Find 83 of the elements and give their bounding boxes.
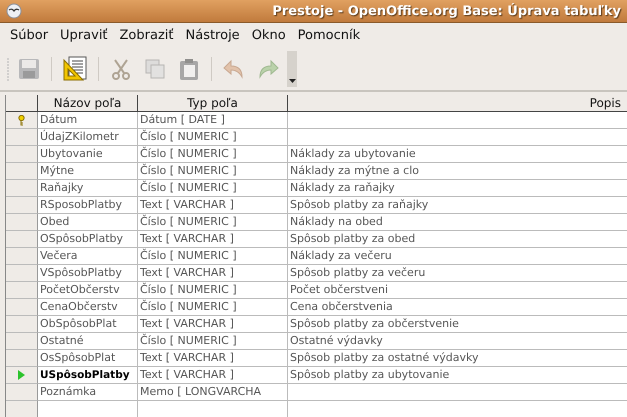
row-header[interactable]: [6, 265, 38, 282]
row-header[interactable]: [6, 163, 38, 180]
menu-item[interactable]: Súbor: [4, 25, 54, 46]
table-cell: Počet občerstveni: [288, 282, 627, 299]
row-header[interactable]: [6, 367, 38, 384]
table-cell: Text [ VARCHAR ]: [138, 231, 288, 248]
table-cell: Cena občerstvenia: [288, 299, 627, 316]
caret-icon: [288, 79, 296, 83]
row-header[interactable]: [6, 299, 38, 316]
table-cell: OsSpôsobPlat: [38, 350, 138, 367]
row-header[interactable]: [6, 214, 38, 231]
row-header[interactable]: [6, 231, 38, 248]
row-header[interactable]: [6, 112, 38, 129]
window-title: Prestoje - OpenOffice.org Base: Úprava tabuľky: [272, 4, 621, 18]
table-cell: ÚdajZKilometr: [38, 129, 138, 146]
table-cell: Dátum [ DATE ]: [138, 112, 288, 129]
table-cell: Text [ VARCHAR ]: [138, 316, 288, 333]
row-header[interactable]: [6, 333, 38, 350]
table-cell: CenaObčerstv: [38, 299, 138, 316]
menu-item[interactable]: Okno: [246, 25, 292, 46]
table-cell: Náklady za večeru: [288, 248, 627, 265]
row-header[interactable]: [6, 282, 38, 299]
table-cell: Spôsob platby za občerstvenie: [288, 316, 627, 333]
table-cell: USpôsobPlatby: [38, 367, 138, 384]
table-cell: Číslo [ NUMERIC ]: [138, 214, 288, 231]
column-header[interactable]: Typ poľa: [138, 95, 288, 112]
table-cell: Číslo [ NUMERIC ]: [138, 248, 288, 265]
gull-icon: [6, 3, 22, 19]
table-cell: VSpôsobPlatby: [38, 265, 138, 282]
table-cell: Text [ VARCHAR ]: [138, 367, 288, 384]
table-cell: Mýtne: [38, 163, 138, 180]
row-header[interactable]: [6, 350, 38, 367]
table-cell: Ubytovanie: [38, 146, 138, 163]
menu-item[interactable]: Nástroje: [180, 25, 246, 46]
table-cell: Ostatné výdavky: [288, 333, 627, 350]
menu-item[interactable]: Zobraziť: [114, 25, 180, 46]
table-cell: Poznámka: [38, 384, 138, 401]
table-cell: Obed: [38, 214, 138, 231]
table-cell: Číslo [ NUMERIC ]: [138, 299, 288, 316]
table-cell: Číslo [ NUMERIC ]: [138, 129, 288, 146]
table-cell: OSpôsobPlatby: [38, 231, 138, 248]
table-cell: Spôsob platby za ubytovanie: [288, 367, 627, 384]
table-cell: Číslo [ NUMERIC ]: [138, 282, 288, 299]
table-cell: Náklady na obed: [288, 214, 627, 231]
table-cell: Spôsob platby za raňajky: [288, 197, 627, 214]
row-header[interactable]: [6, 384, 38, 401]
table-cell: Večera: [38, 248, 138, 265]
table-cell: Číslo [ NUMERIC ]: [138, 180, 288, 197]
corner-header: [6, 95, 38, 112]
table-cell: Spôsob platby za obed: [288, 231, 627, 248]
table-cell: Spôsob platby za ostatné výdavky: [288, 350, 627, 367]
row-header[interactable]: [6, 401, 38, 417]
table-cell: ObSpôsobPlat: [38, 316, 138, 333]
table-cell: Spôsob platby za večeru: [288, 265, 627, 282]
row-header[interactable]: [6, 248, 38, 265]
column-header[interactable]: Názov poľa: [38, 95, 138, 112]
key-icon: [18, 114, 25, 126]
table-cell: Ostatné: [38, 333, 138, 350]
table-cell: Náklady za ubytovanie: [288, 146, 627, 163]
table-cell: Raňajky: [38, 180, 138, 197]
row-header[interactable]: [6, 146, 38, 163]
row-header[interactable]: [6, 197, 38, 214]
table-cell: Číslo [ NUMERIC ]: [138, 163, 288, 180]
table-cell: Dátum: [38, 112, 138, 129]
table-cell: Text [ VARCHAR ]: [138, 265, 288, 282]
toolbar-overflow-button[interactable]: [287, 51, 297, 87]
table-cell: Číslo [ NUMERIC ]: [138, 146, 288, 163]
table-cell: Text [ VARCHAR ]: [138, 197, 288, 214]
menu-item[interactable]: Upraviť: [54, 25, 114, 46]
row-header[interactable]: [6, 316, 38, 333]
row-header[interactable]: [6, 180, 38, 197]
table-cell: Text [ VARCHAR ]: [138, 350, 288, 367]
toolbar-grip-icon[interactable]: [6, 56, 10, 82]
row-header[interactable]: [6, 129, 38, 146]
table-cell: PočetObčerstv: [38, 282, 138, 299]
menu-item[interactable]: Pomocník: [292, 25, 366, 46]
table-cell: RSposobPlatby: [38, 197, 138, 214]
table-cell: Číslo [ NUMERIC ]: [138, 333, 288, 350]
column-header[interactable]: Popis: [288, 95, 627, 112]
table-cell: Memo [ LONGVARCHA: [138, 384, 288, 401]
table-cell: Náklady za raňajky: [288, 180, 627, 197]
table-cell: Náklady za mýtne a clo: [288, 163, 627, 180]
current-row-arrow-icon: [18, 370, 25, 380]
